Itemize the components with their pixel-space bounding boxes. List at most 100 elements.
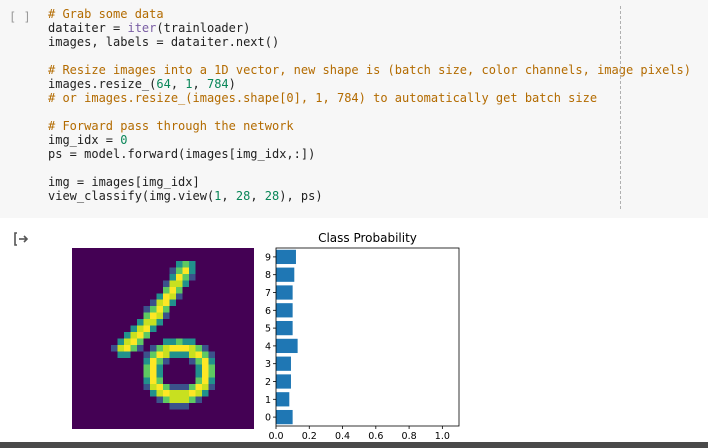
code-token: img_idx = <box>48 133 121 147</box>
y-tick-label: 0 <box>265 413 271 424</box>
digit-pixel <box>182 396 189 404</box>
digit-pixel <box>195 357 202 365</box>
code-token: # Forward pass through the network <box>48 119 294 133</box>
x-tick-label: 0.4 <box>335 431 350 442</box>
digit-pixel <box>189 357 196 365</box>
digit-pixel <box>208 377 215 384</box>
digit-pixel <box>117 344 124 352</box>
digit-pixel <box>202 377 209 384</box>
digit-pixel <box>150 390 157 397</box>
digit-pixel <box>111 344 118 352</box>
code-token: # Grab some data <box>48 7 164 21</box>
digit-pixel <box>163 293 170 300</box>
code-token: 784 <box>206 77 229 91</box>
digit-pixel <box>156 383 163 391</box>
digit-pixel <box>117 338 124 345</box>
digit-pixel <box>208 351 215 358</box>
bar-1 <box>276 392 290 407</box>
digit-pixel <box>156 357 163 365</box>
code-token: ps = model.forward(images[img_idx,:]) <box>48 147 316 161</box>
code-cell[interactable]: [ ] # Grab some data dataiter = iter(trai… <box>0 0 708 218</box>
digit-pixel <box>143 306 150 313</box>
digit-pixel <box>182 260 189 268</box>
code-token: 28 <box>235 189 251 203</box>
digit-pixel <box>143 332 150 339</box>
y-tick-label: 8 <box>265 270 271 281</box>
digit-pixel <box>189 273 196 281</box>
y-tick-label: 1 <box>265 395 271 406</box>
digit-pixel <box>202 344 209 352</box>
code-editor[interactable]: # Grab some data dataiter = iter(trainloa… <box>48 7 691 203</box>
digit-pixel <box>137 319 144 326</box>
digit-pixel <box>163 383 170 391</box>
digit-pixel <box>195 396 202 404</box>
digit-pixel <box>150 344 157 352</box>
digit-pixel <box>169 273 176 281</box>
digit-pixel <box>156 293 163 300</box>
code-line: # or images.resize_(images.shape[0], 1, … <box>48 91 691 105</box>
code-line: ps = model.forward(images[img_idx,:]) <box>48 147 691 161</box>
digit-pixel <box>143 312 150 320</box>
x-tick-label: 0.8 <box>402 431 417 442</box>
digit-pixel <box>124 338 131 345</box>
digit-pixel <box>195 377 202 384</box>
digit-pixel <box>195 383 202 391</box>
code-token: 1 <box>185 77 193 91</box>
digit-pixel <box>156 306 163 313</box>
code-token: dataiter = <box>48 21 128 35</box>
digit-pixel <box>150 377 157 384</box>
x-tick-label: 1.0 <box>435 431 450 442</box>
digit-pixel <box>143 383 150 391</box>
digit-pixel <box>176 267 183 274</box>
line-length-ruler <box>620 6 621 209</box>
digit-pixel <box>182 338 189 345</box>
digit-pixel <box>176 351 183 358</box>
digit-pixel <box>176 403 183 410</box>
digit-pixel <box>130 344 137 352</box>
digit-image <box>72 248 254 429</box>
digit-pixel <box>169 351 176 358</box>
digit-pixel <box>143 351 150 358</box>
digit-pixel <box>143 325 150 333</box>
code-token: images, labels = dataiter.next() <box>48 35 280 49</box>
digit-pixel <box>150 364 157 371</box>
digit-pixel <box>176 344 183 352</box>
digit-pixel <box>169 267 176 274</box>
digit-pixel <box>163 351 170 358</box>
code-line: view_classify(img.view(1, 28, 28), ps) <box>48 189 691 203</box>
digit-pixel <box>202 370 209 378</box>
digit-pixel <box>156 344 163 352</box>
digit-pixel <box>156 370 163 378</box>
y-tick-label: 9 <box>265 252 271 263</box>
digit-pixel <box>150 370 157 378</box>
run-cell-button[interactable]: [ ] <box>9 10 31 24</box>
code-token: ), ps) <box>279 189 323 203</box>
digit-pixel <box>137 338 144 345</box>
digit-pixel <box>176 293 183 300</box>
digit-pixel <box>156 319 163 326</box>
code-token: , <box>221 189 236 203</box>
x-tick-label: 0.2 <box>302 431 317 442</box>
digit-pixel <box>163 390 170 397</box>
bar-8 <box>276 267 295 282</box>
digit-pixel <box>169 403 176 410</box>
bar-3 <box>276 356 291 371</box>
digit-pixel <box>182 351 189 358</box>
digit-pixel <box>150 319 157 326</box>
y-tick-label: 2 <box>265 377 271 388</box>
digit-pixel <box>195 351 202 358</box>
horizontal-scrollbar[interactable] <box>0 442 708 448</box>
code-token: , <box>250 189 265 203</box>
output-arrow-icon[interactable] <box>12 230 34 248</box>
digit-pixel <box>189 383 196 391</box>
digit-pixel <box>182 344 189 352</box>
code-line: # Resize images into a 1D vector, new sh… <box>48 63 691 77</box>
code-token: 64 <box>156 77 171 91</box>
digit-pixel <box>202 364 209 371</box>
bar-5 <box>276 320 293 336</box>
digit-pixel <box>150 325 157 333</box>
digit-pixel <box>130 338 137 345</box>
digit-pixel <box>163 338 170 345</box>
digit-pixel <box>182 390 189 397</box>
digit-pixel <box>150 351 157 358</box>
